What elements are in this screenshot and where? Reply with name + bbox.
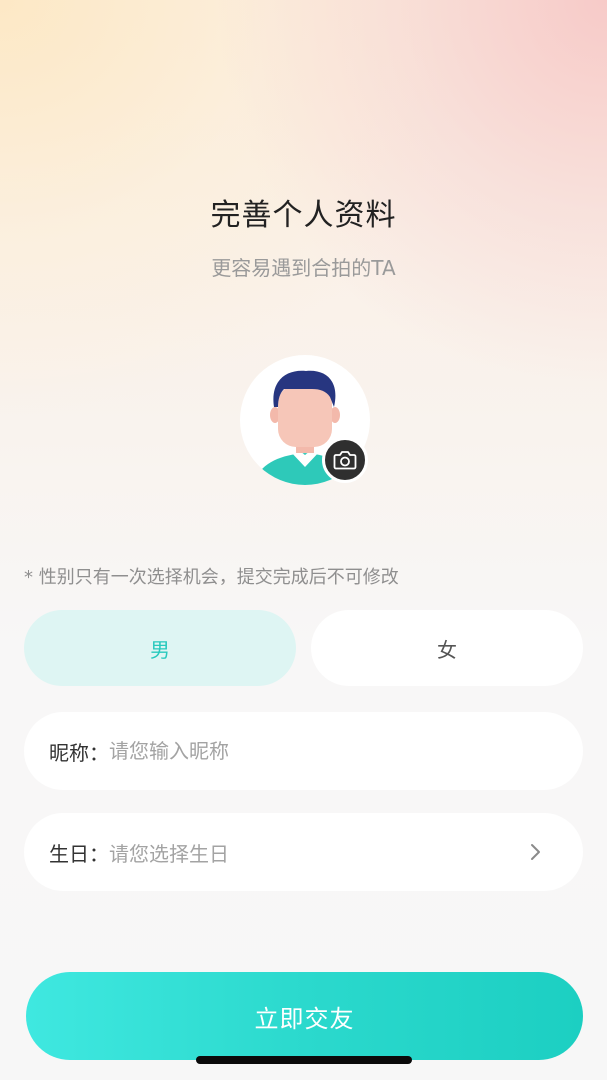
- birthday-label: 生日：: [49, 841, 109, 866]
- camera-icon: [333, 451, 357, 470]
- home-indicator: [196, 1056, 412, 1064]
- avatar-picker[interactable]: [240, 355, 370, 485]
- page-title: 完善个人资料: [210, 198, 397, 233]
- chevron-right-icon: [531, 844, 540, 860]
- gender-label-female: 女: [437, 637, 457, 662]
- camera-button[interactable]: [322, 437, 368, 483]
- gender-option-female[interactable]: 女: [311, 610, 583, 686]
- gender-note: * 性别只有一次选择机会，提交完成后不可修改: [24, 567, 399, 588]
- birthday-placeholder: 请您选择生日: [109, 841, 229, 866]
- nickname-label: 昵称：: [49, 740, 109, 765]
- page-subtitle: 更容易遇到合拍的TA: [211, 256, 396, 280]
- submit-label: 立即交友: [254, 1004, 355, 1033]
- nickname-input[interactable]: [109, 739, 543, 763]
- gender-label-male: 男: [150, 637, 170, 662]
- birthday-field[interactable]: 生日： 请您选择生日: [24, 813, 583, 891]
- gender-option-male[interactable]: 男: [24, 610, 296, 686]
- nickname-field[interactable]: 昵称：: [24, 712, 583, 790]
- submit-button[interactable]: 立即交友: [26, 972, 583, 1060]
